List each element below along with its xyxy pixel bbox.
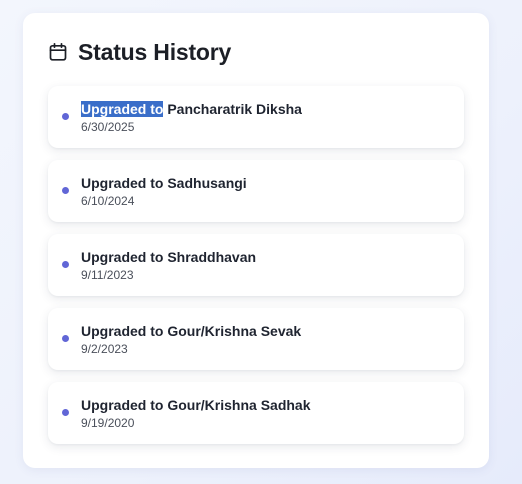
status-date: 6/30/2025 bbox=[81, 120, 135, 134]
page-title: Status History bbox=[78, 38, 232, 65]
status-prefix[interactable]: Upgraded to bbox=[81, 397, 163, 413]
status-label[interactable]: Upgraded to Pancharatrik Diksha bbox=[81, 101, 302, 117]
timeline-dot bbox=[62, 335, 69, 342]
status-prefix[interactable]: Upgraded to bbox=[81, 175, 163, 191]
list-item-text: Upgraded to Pancharatrik Diksha 6/30/202… bbox=[81, 101, 302, 134]
status-date: 9/19/2020 bbox=[81, 416, 135, 430]
timeline-dot bbox=[62, 261, 69, 268]
status-date: 9/2/2023 bbox=[81, 342, 128, 356]
status-name[interactable]: Shraddhavan bbox=[167, 249, 256, 265]
selected-text[interactable]: Upgraded to bbox=[81, 101, 164, 117]
calendar-icon bbox=[48, 42, 68, 62]
list-item-text: Upgraded to Shraddhavan 9/11/2023 bbox=[81, 249, 256, 282]
list-item: Upgraded to Sadhusangi 6/10/2024 bbox=[48, 160, 464, 222]
status-label[interactable]: Upgraded to Gour/Krishna Sadhak bbox=[81, 397, 311, 413]
status-name[interactable]: Gour/Krishna Sadhak bbox=[167, 397, 310, 413]
card-header: Status History bbox=[48, 39, 231, 65]
status-prefix[interactable]: Upgraded to bbox=[81, 249, 163, 265]
status-label[interactable]: Upgraded to Gour/Krishna Sevak bbox=[81, 323, 301, 339]
timeline-dot bbox=[62, 187, 69, 194]
list-item: Upgraded to Shraddhavan 9/11/2023 bbox=[48, 234, 464, 296]
list-item-text: Upgraded to Sadhusangi 6/10/2024 bbox=[81, 175, 247, 208]
list-item: Upgraded to Gour/Krishna Sevak 9/2/2023 bbox=[48, 308, 464, 370]
status-history-list: Upgraded to Pancharatrik Diksha 6/30/202… bbox=[48, 86, 464, 456]
status-prefix[interactable]: Upgraded to bbox=[81, 323, 163, 339]
timeline-dot bbox=[62, 409, 69, 416]
list-item-text: Upgraded to Gour/Krishna Sadhak 9/19/202… bbox=[81, 397, 311, 430]
status-date: 6/10/2024 bbox=[81, 194, 135, 208]
status-label[interactable]: Upgraded to Shraddhavan bbox=[81, 249, 256, 265]
list-item: Upgraded to Pancharatrik Diksha 6/30/202… bbox=[48, 86, 464, 148]
status-history-card: Status History Upgraded to Pancharatrik … bbox=[23, 13, 489, 468]
status-name[interactable]: Pancharatrik Diksha bbox=[167, 101, 302, 117]
timeline-dot bbox=[62, 113, 69, 120]
status-label[interactable]: Upgraded to Sadhusangi bbox=[81, 175, 247, 191]
status-date: 9/11/2023 bbox=[81, 268, 134, 282]
status-name[interactable]: Gour/Krishna Sevak bbox=[167, 323, 301, 339]
status-name[interactable]: Sadhusangi bbox=[167, 175, 246, 191]
list-item: Upgraded to Gour/Krishna Sadhak 9/19/202… bbox=[48, 382, 464, 444]
list-item-text: Upgraded to Gour/Krishna Sevak 9/2/2023 bbox=[81, 323, 301, 356]
